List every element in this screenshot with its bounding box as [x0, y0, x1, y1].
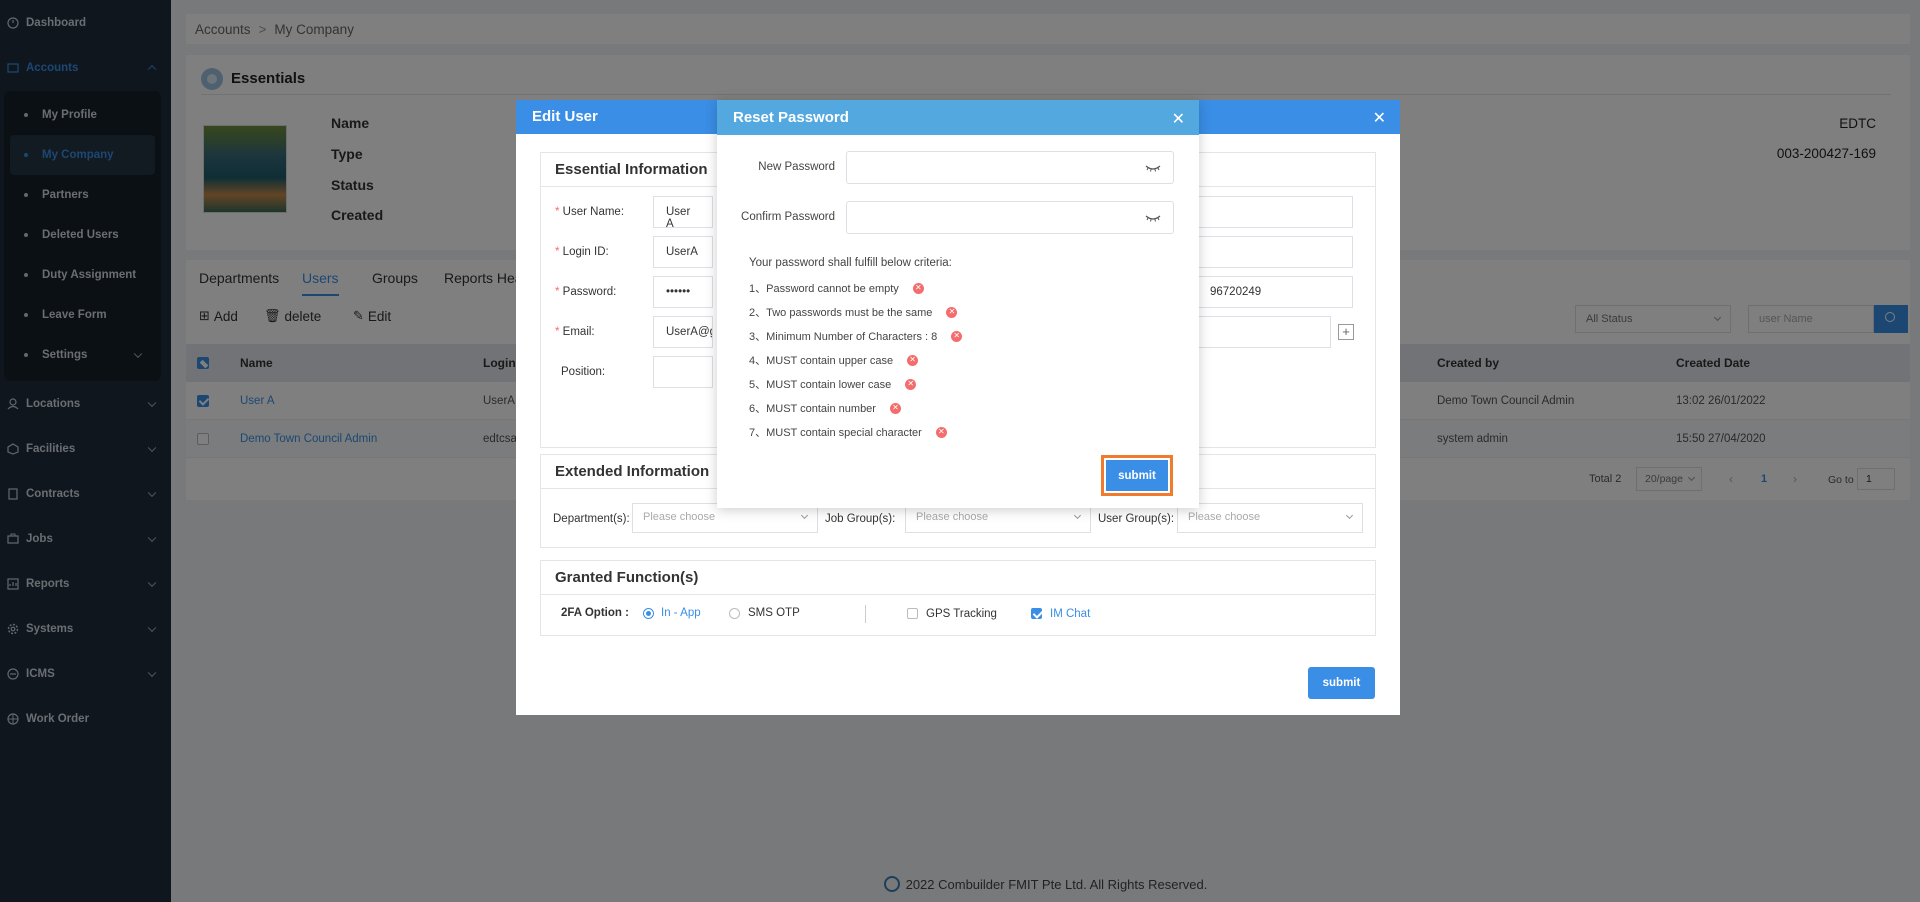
reset-password-title: Reset Password: [733, 109, 849, 126]
position-input[interactable]: [653, 356, 713, 388]
department-label: Department(s):: [553, 513, 630, 525]
login-id-value: UserA: [666, 246, 698, 258]
criteria-item: 2、Two passwords must be the same ✕: [749, 304, 958, 320]
email-value: UserA@gr: [666, 326, 712, 338]
criteria-item: 7、MUST contain special character ✕: [749, 424, 947, 440]
new-password-input[interactable]: [846, 151, 1174, 184]
close-icon[interactable]: ✕: [1373, 108, 1386, 128]
gps-checkbox[interactable]: [907, 608, 918, 619]
chevron-down-icon: [1073, 511, 1082, 520]
label-text: Email:: [562, 326, 595, 338]
twofa-inapp-label: In - App: [661, 607, 701, 619]
error-icon: ✕: [889, 402, 901, 414]
criteria-text: 7、MUST contain special character: [749, 427, 922, 439]
error-icon: ✕: [905, 378, 917, 390]
criteria-text: 1、Password cannot be empty: [749, 283, 899, 295]
right-input-4[interactable]: [1197, 316, 1331, 348]
phone-input[interactable]: 96720249: [1197, 276, 1353, 308]
submit-label: submit: [1322, 677, 1361, 689]
user-group-select[interactable]: Please choose: [1177, 503, 1363, 533]
criteria-item: 6、MUST contain number ✕: [749, 400, 901, 416]
submit-highlight: submit: [1101, 455, 1173, 496]
reset-password-titlebar: Reset Password ✕: [717, 100, 1199, 135]
password-label: * Password:: [555, 286, 617, 298]
close-icon[interactable]: ✕: [1172, 109, 1185, 129]
label-text: Login ID:: [562, 246, 609, 258]
chevron-down-icon: [1345, 511, 1354, 520]
label-text: Password:: [562, 286, 617, 298]
reset-password-dialog: Reset Password ✕ New Password Confirm Pa…: [717, 100, 1199, 508]
new-password-label: New Password: [758, 161, 835, 173]
phone-value: 96720249: [1210, 286, 1262, 298]
confirm-password-label: Confirm Password: [741, 211, 835, 223]
criteria-item: 3、Minimum Number of Characters : 8 ✕: [749, 328, 963, 344]
login-id-input[interactable]: UserA: [653, 236, 713, 268]
criteria-item: 5、MUST contain lower case ✕: [749, 376, 917, 392]
criteria-text: 5、MUST contain lower case: [749, 379, 892, 391]
chevron-down-icon: [800, 511, 809, 520]
criteria-text: 4、MUST contain upper case: [749, 355, 894, 367]
twofa-sms-label: SMS OTP: [748, 607, 800, 619]
criteria-text: 6、MUST contain number: [749, 403, 876, 415]
user-name-value: User A: [666, 206, 691, 230]
job-group-placeholder: Please choose: [916, 511, 989, 523]
im-chat-label: IM Chat: [1050, 608, 1091, 620]
criteria-title: Your password shall fulfill below criter…: [749, 257, 952, 269]
reset-password-submit-button[interactable]: submit: [1106, 460, 1168, 491]
login-id-label: * Login ID:: [555, 246, 609, 258]
confirm-password-input[interactable]: [846, 201, 1174, 234]
eye-closed-icon[interactable]: [1145, 164, 1161, 172]
add-email-icon[interactable]: +: [1338, 324, 1354, 340]
criteria-item: 1、Password cannot be empty ✕: [749, 280, 924, 296]
error-icon: ✕: [912, 282, 924, 294]
criteria-text: 3、Minimum Number of Characters : 8: [749, 331, 938, 343]
criteria-text: 2、Two passwords must be the same: [749, 307, 933, 319]
email-label: * Email:: [555, 326, 595, 338]
right-select-1[interactable]: [1197, 196, 1353, 228]
password-input[interactable]: ••••••: [653, 276, 713, 308]
position-label: Position:: [561, 366, 606, 378]
eye-closed-icon[interactable]: [1145, 214, 1161, 222]
twofa-label: 2FA Option :: [561, 607, 629, 619]
criteria-item: 4、MUST contain upper case ✕: [749, 352, 919, 368]
job-group-label: Job Group(s):: [825, 513, 896, 525]
twofa-inapp-radio[interactable]: [643, 608, 654, 619]
department-placeholder: Please choose: [643, 511, 716, 523]
user-name-input[interactable]: User A: [653, 196, 713, 230]
twofa-sms-radio[interactable]: [729, 608, 740, 619]
right-select-2[interactable]: [1197, 236, 1353, 268]
error-icon: ✕: [935, 426, 947, 438]
gps-label: GPS Tracking: [926, 608, 997, 620]
im-chat-checkbox[interactable]: [1031, 608, 1042, 619]
granted-functions-title: Granted Function(s): [541, 561, 1375, 595]
divider: [865, 605, 866, 623]
label-text: User Name:: [562, 206, 625, 218]
submit-label: submit: [1118, 469, 1156, 482]
password-value: ••••••: [666, 286, 691, 298]
error-icon: ✕: [946, 306, 958, 318]
edit-user-submit-button[interactable]: submit: [1308, 667, 1375, 699]
email-input[interactable]: UserA@gr: [653, 316, 713, 348]
error-icon: ✕: [951, 330, 963, 342]
edit-user-title: Edit User: [532, 108, 598, 125]
user-group-label: User Group(s):: [1098, 513, 1175, 525]
user-name-label: * User Name:: [555, 206, 625, 218]
granted-functions-section: Granted Function(s) 2FA Option : In - Ap…: [540, 560, 1376, 636]
error-icon: ✕: [907, 354, 919, 366]
user-group-placeholder: Please choose: [1188, 511, 1261, 523]
